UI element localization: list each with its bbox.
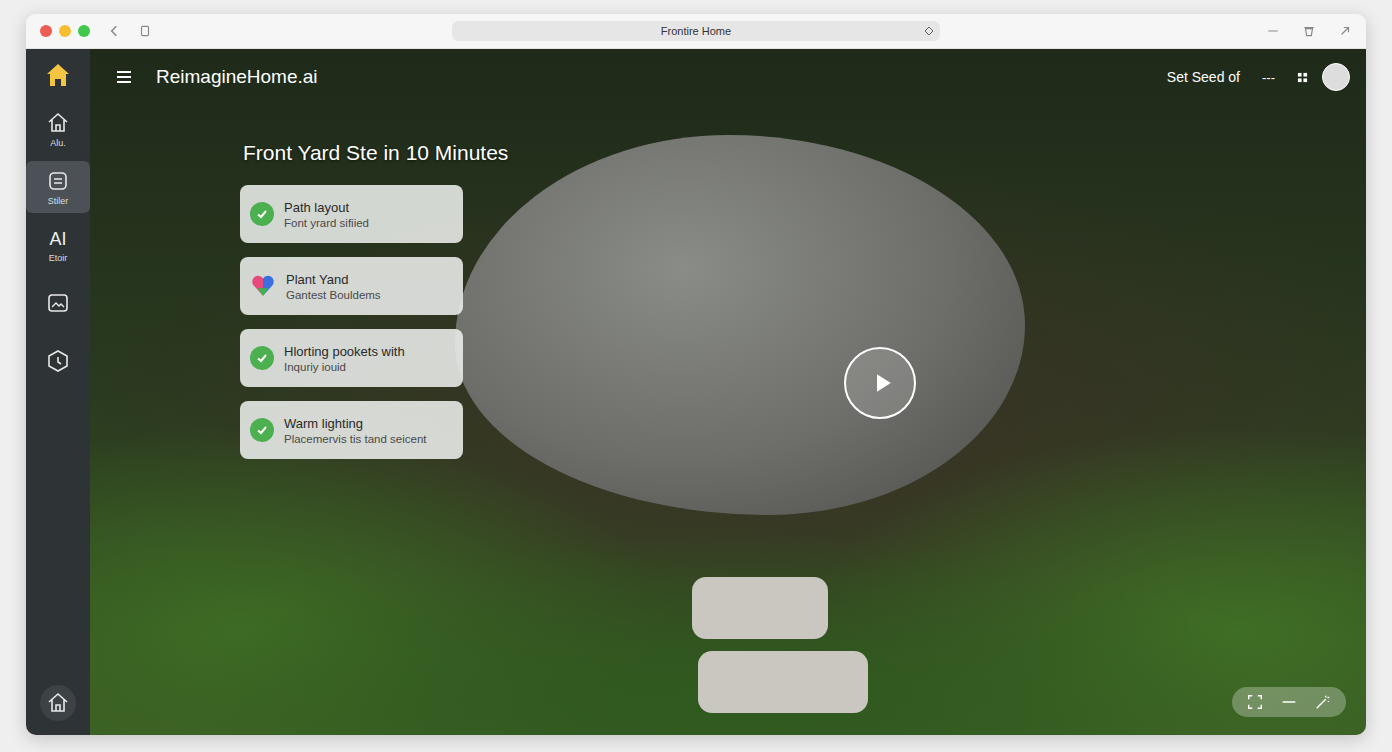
sidebar-item[interactable] [26,277,90,329]
address-bar[interactable]: Frontire Home [452,21,940,41]
home-logo-icon[interactable] [44,61,72,89]
step-subtitle: Inquriy iouid [284,361,405,373]
yard-photo: ReimagineHome.ai Set Seed of --- Front Yard… [90,49,1366,735]
more-button[interactable]: --- [1262,70,1275,85]
frame-icon[interactable] [1246,693,1264,711]
page-icon[interactable] [138,24,152,38]
check-icon [250,346,274,370]
title-bar: Frontire Home [26,14,1366,49]
avatar[interactable] [1322,63,1350,91]
window-title: Frontire Home [661,25,731,37]
sidebar: Alu. Stiler AI Etoir [26,49,90,735]
step-card[interactable]: Hlorting pookets with Inquriy iouid [240,329,463,387]
check-icon [250,418,274,442]
clock-icon [46,349,70,373]
view-toolbar [1232,687,1346,717]
brand[interactable]: ReimagineHome.ai [156,66,318,88]
desktop: Frontire Home Alu. Stiler AI Etoir ReimagineH… [0,0,1392,752]
step-title: Plant Yand [286,272,381,287]
sidebar-label: Stiler [48,196,69,206]
sidebar-item[interactable]: Alu. [26,103,90,155]
house-icon [46,691,70,715]
maximize-button[interactable] [78,25,90,37]
wand-icon[interactable] [1314,693,1332,711]
app-header: ReimagineHome.ai Set Seed of --- [90,49,1366,105]
step-card[interactable]: Plant Yand Gantest Bouldems [240,257,463,315]
close-button[interactable] [40,25,52,37]
step-card[interactable]: Path layout Font yrard sifiied [240,185,463,243]
sidebar-item[interactable]: AI Etoir [26,219,90,271]
set-seed-button[interactable]: Set Seed of [1167,69,1240,85]
menu-icon[interactable] [114,67,134,87]
steps-panel: Front Yard Ste in 10 Minutes Path layout F… [240,141,508,459]
minimize-button[interactable] [59,25,71,37]
step-title: Hlorting pookets with [284,344,405,359]
step-subtitle: Placemervis tis tand seicent [284,433,427,445]
back-icon[interactable] [107,24,121,38]
image-icon [46,291,70,315]
check-icon [250,202,274,226]
grid-icon[interactable] [1297,72,1308,83]
step-card[interactable]: Warm lighting Placemervis tis tand seicen… [240,401,463,459]
heart-icon [250,273,276,299]
sidebar-label: Etoir [49,253,68,263]
step-title: Path layout [284,200,369,215]
play-icon [867,368,897,398]
sidebar-item[interactable]: Stiler [26,161,90,213]
sidebar-item[interactable] [26,335,90,387]
minus-icon[interactable] [1266,24,1280,38]
hero-title: Front Yard Ste in 10 Minutes [243,141,508,165]
reload-icon[interactable] [924,26,934,36]
browser-window: Frontire Home Alu. Stiler AI Etoir ReimagineH… [26,14,1366,735]
home-button[interactable] [40,685,76,721]
layers-icon [46,169,70,193]
minus-icon[interactable] [1280,693,1298,711]
play-button[interactable] [844,347,916,419]
house-icon [46,111,70,135]
boulder [455,135,1025,515]
sidebar-label: Alu. [50,138,66,148]
ai-glyph: AI [49,228,66,250]
step-subtitle: Gantest Bouldems [286,289,381,301]
trash-icon[interactable] [1302,24,1316,38]
share-icon[interactable] [1338,24,1352,38]
step-title: Warm lighting [284,416,427,431]
step-subtitle: Font yrard sifiied [284,217,369,229]
